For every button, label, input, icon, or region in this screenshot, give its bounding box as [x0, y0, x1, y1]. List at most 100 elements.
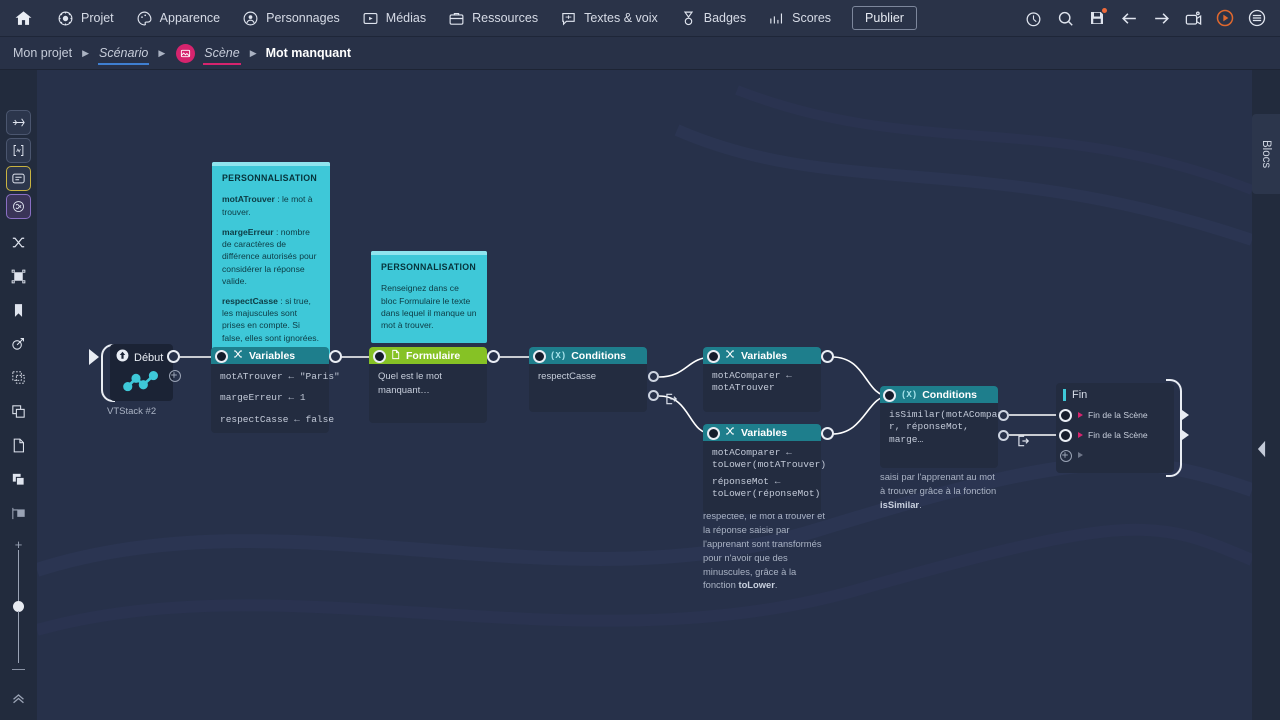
- search-icon[interactable]: [1050, 3, 1080, 33]
- port-fin-in-1[interactable]: [1059, 409, 1072, 422]
- toolbar-item-medias[interactable]: Médias: [351, 0, 437, 37]
- save-modified-dot: [1102, 8, 1107, 13]
- zoom-slider[interactable]: + —: [12, 538, 25, 675]
- sticky-note-personnalisation-formulaire[interactable]: PERSONNALISATION Renseignez dans ce bloc…: [371, 251, 487, 344]
- port-variables3-in[interactable]: [707, 427, 720, 440]
- port-conditions2-else[interactable]: [998, 430, 1009, 441]
- arrow-right-icon[interactable]: [1146, 3, 1176, 33]
- port-debut-add[interactable]: [169, 370, 181, 382]
- run-arrow-icon[interactable]: [87, 348, 101, 366]
- page-icon[interactable]: [6, 433, 31, 458]
- menu-icon[interactable]: [1242, 3, 1272, 33]
- variable-value: 1: [299, 392, 306, 404]
- target-icon[interactable]: [6, 332, 31, 357]
- port-variables2-out[interactable]: [821, 350, 834, 363]
- fin-exit-arrow-1[interactable]: [1182, 410, 1189, 420]
- port-conditions1-else[interactable]: [648, 390, 659, 401]
- blocs-panel-tab[interactable]: Blocs: [1252, 114, 1280, 194]
- breadcrumb-project[interactable]: Mon projet: [12, 44, 73, 62]
- toolbar-item-projet[interactable]: Projet: [46, 0, 125, 37]
- chevrons-up-icon[interactable]: [6, 686, 31, 711]
- port-variables1-out[interactable]: [329, 350, 342, 363]
- node-header[interactable]: (X) Conditions: [529, 347, 647, 364]
- frame-icon[interactable]: [6, 264, 31, 289]
- port-fin-in-2[interactable]: [1059, 429, 1072, 442]
- fin-row[interactable]: Fin de la Scène: [1056, 405, 1174, 425]
- toolbar-item-scores[interactable]: Scores: [757, 0, 842, 37]
- fin-bracket: [1166, 379, 1182, 477]
- pointer-node-icon[interactable]: [6, 110, 31, 135]
- node-header[interactable]: (X) Conditions: [880, 386, 998, 403]
- publish-button[interactable]: Publier: [852, 6, 917, 30]
- brain-node-icon[interactable]: [6, 193, 31, 219]
- panel-collapse-arrow[interactable]: [1256, 440, 1267, 463]
- toolbar-item-textes-voix[interactable]: Textes & voix: [549, 0, 669, 37]
- scene-avatar-icon: [176, 43, 196, 63]
- breadcrumb-scenario[interactable]: Scénario: [97, 44, 150, 65]
- toolbar-item-ressources[interactable]: Ressources: [437, 0, 549, 37]
- plus-glyph: [171, 372, 177, 378]
- fin-exit-arrow-2[interactable]: [1182, 430, 1189, 440]
- port-conditions2-in[interactable]: [883, 389, 896, 402]
- bookmark-icon[interactable]: [6, 298, 31, 323]
- assign-arrow: ←: [288, 392, 295, 404]
- port-formulaire-in[interactable]: [373, 350, 386, 363]
- briefcase-icon: [448, 10, 465, 27]
- palette-icon: [136, 10, 153, 27]
- sticky-note-personnalisation-variables[interactable]: PERSONNALISATION motATrouver : le mot à …: [212, 162, 330, 356]
- port-conditions1-true[interactable]: [648, 371, 659, 382]
- port-variables2-in[interactable]: [707, 350, 720, 363]
- sticky-note-handle[interactable]: [212, 162, 330, 166]
- port-variables1-in[interactable]: [215, 350, 228, 363]
- port-debut-out[interactable]: [167, 350, 180, 363]
- sticky-note-handle[interactable]: [371, 251, 487, 255]
- node-conditions-2[interactable]: (X) Conditions isSimilar(motACompare r, …: [880, 386, 1030, 469]
- node-canvas[interactable]: PERSONNALISATION motATrouver : le mot à …: [37, 70, 1252, 720]
- port-conditions1-in[interactable]: [533, 350, 546, 363]
- node-variables-3[interactable]: Variables motAComparer ← toLower(motATro…: [703, 424, 826, 514]
- node-header[interactable]: Variables: [211, 347, 329, 364]
- node-fin[interactable]: Fin Fin de la Scène Fin de la Scène: [1056, 379, 1182, 477]
- node-debut[interactable]: Début: [110, 344, 173, 401]
- toolbar-item-apparence[interactable]: Apparence: [125, 0, 231, 37]
- variable-node-icon[interactable]: [6, 137, 31, 163]
- node-conditions-1[interactable]: (X) Conditions respectCasse: [529, 347, 678, 413]
- home-icon[interactable]: [0, 0, 46, 37]
- node-title: Variables: [741, 426, 788, 439]
- duplicate-dashed-icon[interactable]: [6, 365, 31, 390]
- node-title: Variables: [741, 349, 788, 362]
- play-circle-icon[interactable]: [1210, 3, 1240, 33]
- node-header[interactable]: Variables: [703, 424, 821, 441]
- save-icon[interactable]: [1082, 3, 1112, 33]
- toolbar-right-group: [1018, 3, 1280, 33]
- port-conditions2-true[interactable]: [998, 410, 1009, 421]
- toolbar-label: Ressources: [472, 11, 539, 25]
- node-formulaire[interactable]: Formulaire Quel est le mot manquant…: [369, 347, 487, 423]
- condition-expression: respectCasse: [538, 371, 597, 382]
- person-circle-icon: [242, 10, 259, 27]
- breadcrumb-scene[interactable]: Scène: [203, 44, 242, 65]
- fin-row[interactable]: Fin de la Scène: [1056, 425, 1174, 445]
- port-formulaire-out[interactable]: [487, 350, 500, 363]
- check-circle-icon[interactable]: [1018, 3, 1048, 33]
- copy-icon[interactable]: [6, 399, 31, 424]
- toolbar-item-badges[interactable]: Badges: [669, 0, 757, 37]
- sticky-note-paragraph: respectCasse : si true, les majuscules s…: [222, 295, 320, 344]
- arrow-left-icon[interactable]: [1114, 3, 1144, 33]
- speech-bubble-icon: [560, 10, 577, 27]
- camera-icon[interactable]: [1178, 3, 1208, 33]
- form-node-icon[interactable]: [6, 165, 31, 191]
- shuffle-icon[interactable]: [6, 230, 31, 255]
- toolbar-item-personnages[interactable]: Personnages: [231, 0, 351, 37]
- fin-add-row[interactable]: [1056, 445, 1174, 465]
- port-fin-add[interactable]: [1060, 450, 1072, 462]
- node-header[interactable]: Variables: [703, 347, 821, 364]
- node-variables-2[interactable]: Variables motAComparer ← motATrouver: [703, 347, 821, 412]
- sticky-term: margeErreur: [222, 226, 274, 237]
- node-variables-1[interactable]: Variables motATrouver ← "Paris" margeErr…: [211, 347, 340, 433]
- variable-value: "Paris": [299, 371, 340, 382]
- align-icon[interactable]: [6, 501, 31, 526]
- node-header[interactable]: Formulaire: [369, 347, 487, 364]
- port-variables3-out[interactable]: [821, 427, 834, 440]
- layers-icon[interactable]: [6, 467, 31, 492]
